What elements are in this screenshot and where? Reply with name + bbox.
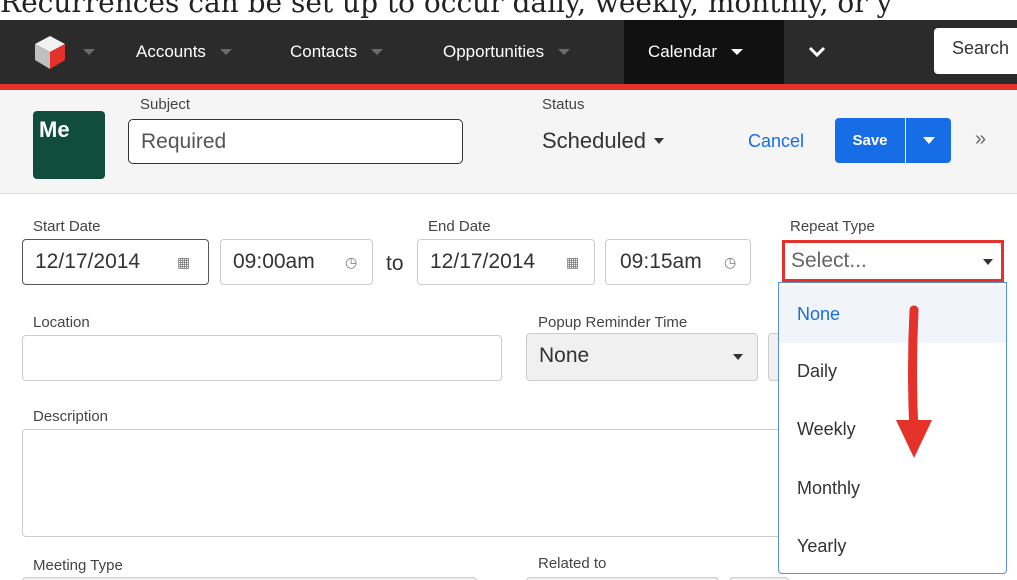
cancel-button[interactable]: Cancel [748,131,804,152]
clock-icon: ◷ [724,254,737,270]
status-dropdown[interactable]: Scheduled [542,128,664,154]
nav-item-contacts[interactable]: Contacts [290,20,384,84]
down-arrow-annotation [896,305,932,458]
dropdown-option-monthly[interactable]: Monthly [779,459,1006,517]
logo-caret-icon[interactable] [83,49,95,55]
location-label: Location [33,314,90,331]
status-value: Scheduled [542,128,646,153]
chevron-down-icon [983,259,993,265]
popup-reminder-select[interactable]: None [526,333,758,381]
start-date-value: 12/17/2014 [35,250,141,273]
end-time-input[interactable]: 09:15am ◷ [605,239,751,285]
start-date-input[interactable]: 12/17/2014 ▦ [22,239,209,285]
status-label: Status [542,96,585,113]
to-label: to [386,252,404,275]
nav-item-label: Opportunities [443,42,545,61]
caption-text: Recurrences can be set up to occur daily… [0,0,893,19]
search-input[interactable]: Search [934,28,1017,74]
calendar-icon: ▦ [177,254,191,270]
nav-item-accounts[interactable]: Accounts [136,20,232,84]
start-time-value: 09:00am [233,250,315,273]
repeat-type-select[interactable]: Select... [782,240,1004,282]
nav-item-calendar[interactable]: Calendar [624,20,784,84]
chevron-down-icon [922,137,935,144]
chevron-down-icon [558,49,571,55]
save-options-button[interactable] [906,118,951,163]
save-button[interactable]: Save [835,118,905,163]
avatar: Me [33,111,105,179]
start-time-input[interactable]: 09:00am ◷ [220,239,373,285]
expand-icon[interactable]: » [975,128,986,151]
clock-icon: ◷ [345,254,358,270]
nav-item-label: Contacts [290,42,358,61]
end-date-label: End Date [428,218,491,235]
repeat-type-value: Select... [791,249,867,272]
subject-label: Subject [140,96,191,113]
nav-item-label: Calendar [648,42,717,61]
logo-cube-icon[interactable] [30,32,70,72]
popup-reminder-value: None [539,344,590,367]
chevron-down-icon [733,354,743,360]
location-input[interactable] [22,335,502,381]
chevron-down-icon [371,49,384,55]
subject-input[interactable]: Required [128,119,463,164]
meeting-type-label: Meeting Type [33,557,123,574]
chevron-down-icon [653,138,664,144]
start-date-label: Start Date [33,218,101,235]
end-time-value: 09:15am [620,250,702,273]
chevron-down-icon [731,49,743,55]
chevron-down-icon [219,49,232,55]
nav-item-opportunities[interactable]: Opportunities [443,20,571,84]
repeat-type-label: Repeat Type [790,218,875,235]
popup-reminder-label: Popup Reminder Time [538,314,688,331]
end-date-input[interactable]: 12/17/2014 ▦ [417,239,595,285]
nav-item-label: Accounts [136,42,206,61]
end-date-value: 12/17/2014 [430,250,536,273]
description-label: Description [33,408,109,425]
description-textarea[interactable] [22,429,797,537]
calendar-icon: ▦ [566,254,580,270]
related-to-label: Related to [538,555,607,572]
more-menu-chevron-icon[interactable] [806,40,828,62]
dropdown-option-yearly[interactable]: Yearly [779,517,1006,575]
